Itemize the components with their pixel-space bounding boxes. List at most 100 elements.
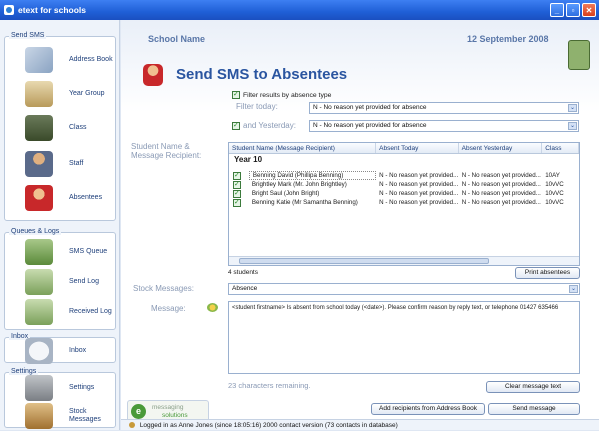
group-settings: Settings Settings Stock Messages	[4, 368, 116, 431]
close-button[interactable]: ✕	[582, 3, 596, 17]
row-name: Bright Saul (John Bright)	[251, 190, 320, 197]
send-message-button[interactable]: Send message	[488, 403, 580, 415]
filter-today-select[interactable]: N - No reason yet provided for absence ⌄	[309, 102, 579, 114]
settings-icon	[25, 375, 53, 401]
school-name: School Name	[148, 34, 206, 44]
stock-messages-value: Absence	[232, 285, 258, 292]
brand-logo-icon: e	[131, 404, 146, 419]
sidebar-item-address-book[interactable]: Address Book	[5, 45, 115, 75]
sidebar-item-inbox[interactable]: Inbox	[5, 336, 115, 366]
status-text: Logged in as Anne Jones (since 18:05:16)…	[139, 422, 398, 429]
sidebar-item-label: Received Log	[69, 308, 112, 315]
stock-messages-label: Stock Messages:	[133, 284, 194, 293]
sidebar-item-label: Settings	[69, 384, 95, 391]
received-log-icon	[25, 299, 53, 325]
group-label: Queues & Logs	[9, 228, 62, 235]
characters-remaining: 23 characters remaining.	[228, 381, 311, 390]
status-bar: Logged in as Anne Jones (since 18:05:16)…	[121, 419, 599, 430]
chevron-down-icon: ⌄	[569, 285, 578, 293]
row-class: 10AY	[545, 172, 560, 179]
row-today: N - No reason yet provided...	[379, 172, 459, 179]
row-checkbox[interactable]	[233, 198, 241, 207]
window-titlebar: etext for schools _ ▫ ✕	[0, 0, 599, 20]
column-header-yesterday[interactable]: Absent Yesterday	[459, 143, 543, 153]
and-yesterday-label: and Yesterday:	[243, 121, 296, 130]
page-title: Send SMS to Absentees	[176, 66, 348, 83]
sidebar-item-label: Send Log	[69, 278, 99, 285]
table-row[interactable]: Benning David (Phillipa Benning) N - No …	[229, 171, 579, 180]
table-row[interactable]: Brightley Mark (Mr. John Brightley) N - …	[229, 180, 579, 189]
window-title: etext for schools	[18, 5, 87, 15]
message-textarea[interactable]: <student firstname> Is absent from schoo…	[228, 301, 580, 374]
absentee-person-icon	[143, 64, 163, 86]
filter-absence-checkbox[interactable]	[232, 90, 240, 99]
row-name: Brightley Mark (Mr. John Brightley)	[251, 181, 347, 188]
maximize-button[interactable]: ▫	[566, 3, 580, 17]
send-log-icon	[25, 269, 53, 295]
message-emoticon-icon[interactable]	[207, 303, 218, 312]
staff-icon	[25, 151, 53, 177]
sidebar-item-received-log[interactable]: Received Log	[5, 297, 115, 327]
recipients-label: Student Name & Message Recipient:	[131, 142, 202, 160]
and-yesterday-row: and Yesterday:	[232, 121, 296, 130]
scrollbar-thumb[interactable]	[239, 258, 489, 264]
recipients-grid: Student Name (Message Recipient) Absent …	[228, 142, 580, 266]
minimize-button[interactable]: _	[550, 3, 564, 17]
message-label: Message:	[151, 304, 186, 313]
row-today: N - No reason yet provided...	[379, 190, 459, 197]
sidebar-item-label: Class	[69, 124, 87, 131]
header-date: 12 September 2008	[467, 34, 549, 44]
sidebar-item-year-group[interactable]: Year Group	[5, 79, 115, 109]
row-yesterday: N - No reason yet provided...	[461, 199, 541, 206]
sidebar-item-stock-messages[interactable]: Stock Messages	[5, 401, 115, 431]
sidebar-item-settings[interactable]: Settings	[5, 373, 115, 403]
sidebar-item-send-log[interactable]: Send Log	[5, 267, 115, 297]
grid-group-row: Year 10	[234, 155, 263, 164]
add-recipients-button[interactable]: Add recipients from Address Book	[371, 403, 485, 415]
filter-absence-row: Filter results by absence type	[232, 90, 332, 99]
row-checkbox[interactable]	[233, 171, 241, 180]
row-name: Benning Katie (Mr Samantha Benning)	[251, 199, 358, 206]
row-checkbox[interactable]	[233, 189, 241, 198]
sidebar-item-absentees[interactable]: Absentees	[5, 183, 115, 213]
group-inbox: Inbox Inbox	[4, 333, 116, 366]
clear-message-button[interactable]: Clear message text	[486, 381, 580, 393]
sidebar: Send SMS Address Book Year Group Class S…	[0, 20, 120, 430]
sidebar-item-label: Absentees	[69, 194, 103, 201]
sms-queue-icon	[25, 239, 53, 265]
stock-messages-select[interactable]: Absence ⌄	[228, 283, 580, 295]
row-yesterday: N - No reason yet provided...	[461, 181, 541, 188]
and-yesterday-select[interactable]: N - No reason yet provided for absence ⌄	[309, 120, 579, 132]
filter-absence-label: Filter results by absence type	[243, 91, 332, 99]
sidebar-item-class[interactable]: Class	[5, 113, 115, 143]
table-row[interactable]: Bright Saul (John Bright) N - No reason …	[229, 189, 579, 198]
column-header-class[interactable]: Class	[542, 143, 579, 153]
column-header-student[interactable]: Student Name (Message Recipient)	[229, 143, 377, 153]
grid-header: Student Name (Message Recipient) Absent …	[229, 143, 579, 154]
user-status-icon	[129, 422, 135, 429]
row-yesterday: N - No reason yet provided...	[461, 190, 541, 197]
address-book-icon	[25, 47, 53, 73]
student-count: 4 students	[228, 269, 258, 276]
sidebar-item-label: Staff	[69, 160, 84, 167]
chevron-down-icon: ⌄	[568, 122, 577, 130]
group-label: Send SMS	[9, 32, 47, 39]
column-header-today[interactable]: Absent Today	[376, 143, 459, 153]
chevron-down-icon: ⌄	[568, 104, 577, 112]
row-class: 10vVC	[545, 199, 564, 206]
sidebar-item-sms-queue[interactable]: SMS Queue	[5, 237, 115, 267]
year-group-icon	[25, 81, 53, 107]
row-checkbox[interactable]	[233, 180, 241, 189]
filter-today-label: Filter today:	[236, 102, 278, 111]
stock-messages-icon	[25, 403, 53, 429]
sidebar-item-staff[interactable]: Staff	[5, 149, 115, 179]
row-today: N - No reason yet provided...	[379, 181, 459, 188]
app-logo-icon	[4, 5, 14, 15]
horizontal-scrollbar[interactable]	[229, 256, 579, 265]
group-queues-logs: Queues & Logs SMS Queue Send Log Receive…	[4, 228, 116, 330]
print-absentees-button[interactable]: Print absentees	[515, 267, 580, 279]
and-yesterday-checkbox[interactable]	[232, 121, 240, 130]
table-row[interactable]: Benning Katie (Mr Samantha Benning) N - …	[229, 198, 579, 207]
sidebar-item-label: Inbox	[69, 347, 87, 354]
row-name: Benning David (Phillipa Benning)	[248, 171, 377, 180]
